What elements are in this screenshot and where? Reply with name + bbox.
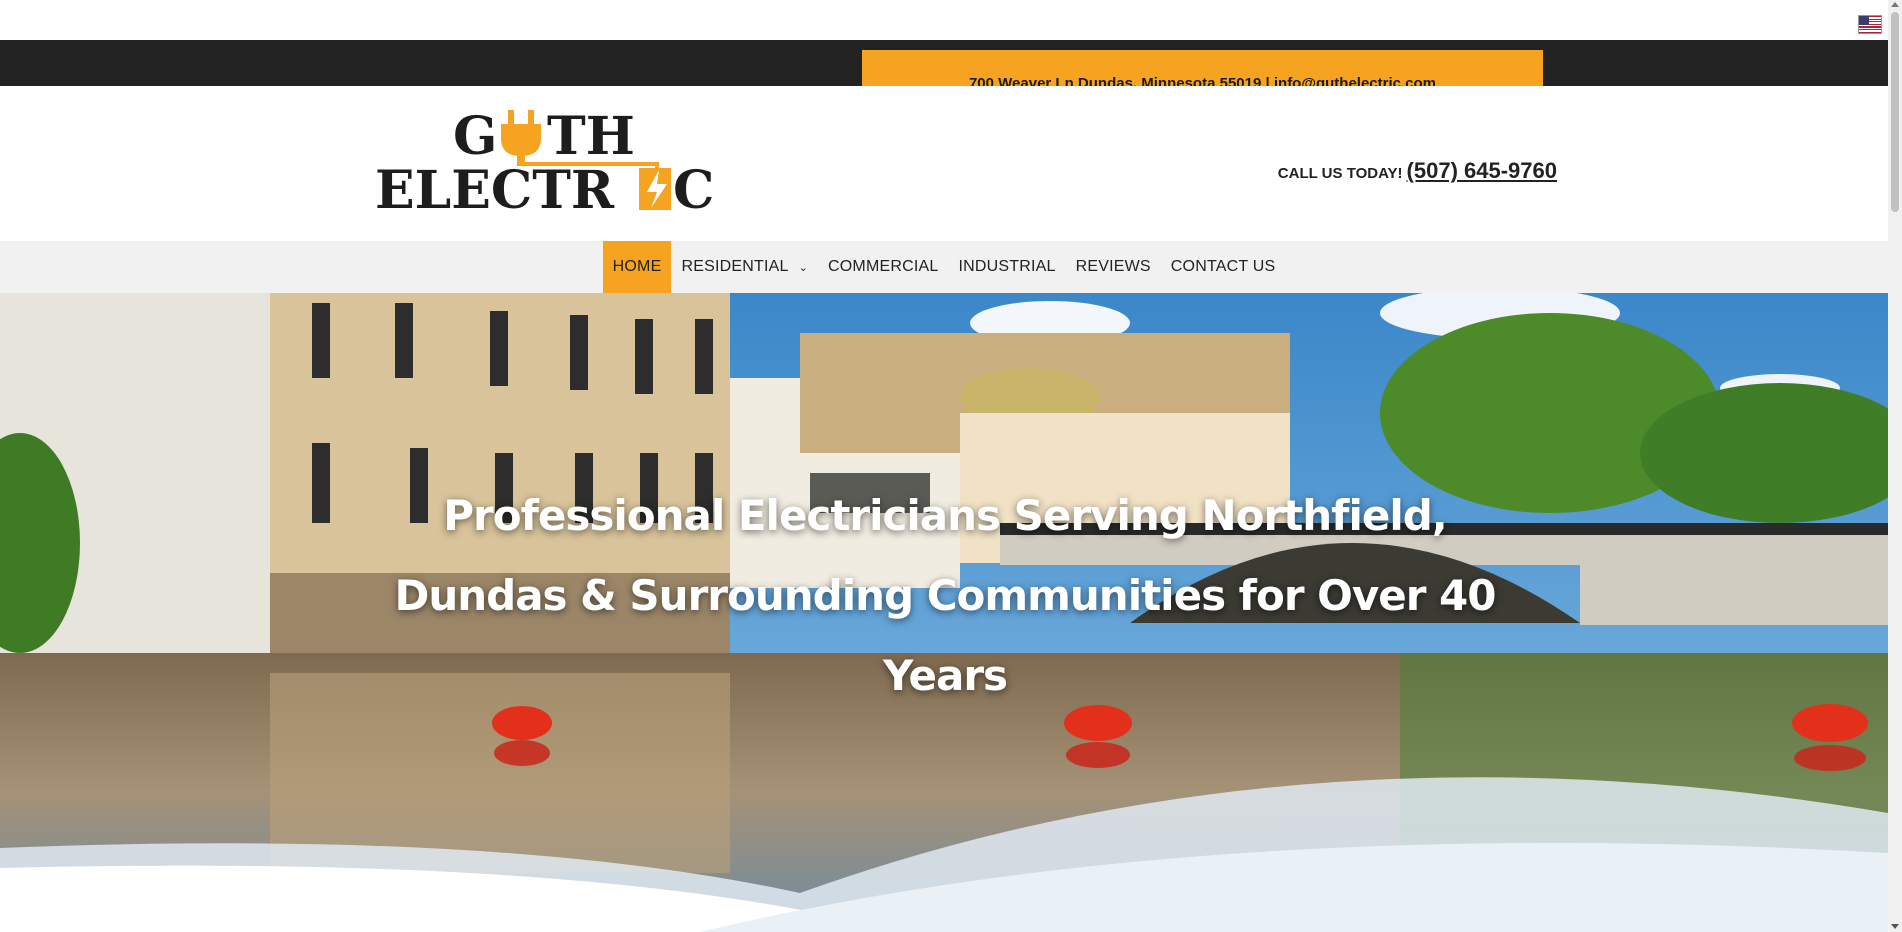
nav-item-home[interactable]: HOME <box>602 241 672 293</box>
guth-electric-logo[interactable]: G TH ELECTR C <box>375 106 714 221</box>
hero-title: Professional Electricians Serving Northf… <box>394 491 1496 700</box>
scroll-up-icon[interactable] <box>1891 2 1899 7</box>
nav-label: REVIEWS <box>1075 258 1151 275</box>
nav-label: CONTACT US <box>1170 258 1276 275</box>
nav-item-residential[interactable]: RESIDENTIAL ⌄ <box>671 241 818 293</box>
nav-label: HOME <box>612 258 662 275</box>
svg-text:G: G <box>453 108 497 167</box>
call-label: CALL US TODAY! <box>1277 165 1403 182</box>
nav-label: RESIDENTIAL <box>681 258 789 275</box>
nav-item-reviews[interactable]: REVIEWS <box>1066 241 1161 293</box>
nav-label: COMMERCIAL <box>828 258 939 275</box>
site-header <box>0 86 1888 241</box>
logo-graphic: G TH ELECTR C <box>375 106 714 221</box>
scroll-down-icon[interactable] <box>1891 924 1899 929</box>
us-flag-icon[interactable] <box>1858 15 1882 34</box>
nav-item-industrial[interactable]: INDUSTRIAL <box>948 241 1065 293</box>
nav-label: INDUSTRIAL <box>958 258 1056 275</box>
page-scrollbar[interactable] <box>1888 0 1902 932</box>
nav-item-contact-us[interactable]: CONTACT US <box>1161 241 1286 293</box>
main-nav: HOME RESIDENTIAL ⌄ COMMERCIAL INDUSTRIAL … <box>0 241 1888 293</box>
svg-text:TH: TH <box>547 108 635 167</box>
scrollbar-thumb[interactable] <box>1891 12 1899 212</box>
nav-item-commercial[interactable]: COMMERCIAL <box>818 241 948 293</box>
hero-banner: Professional Electricians Serving Northf… <box>0 293 1888 932</box>
language-bar <box>0 0 1888 40</box>
chevron-down-icon: ⌄ <box>798 261 809 274</box>
call-us: CALL US TODAY! (507) 645-9760 <box>1278 158 1557 184</box>
svg-text:C: C <box>673 160 713 212</box>
phone-link[interactable]: (507) 645-9760 <box>1407 158 1557 184</box>
svg-text:ELECTR: ELECTR <box>375 160 615 212</box>
